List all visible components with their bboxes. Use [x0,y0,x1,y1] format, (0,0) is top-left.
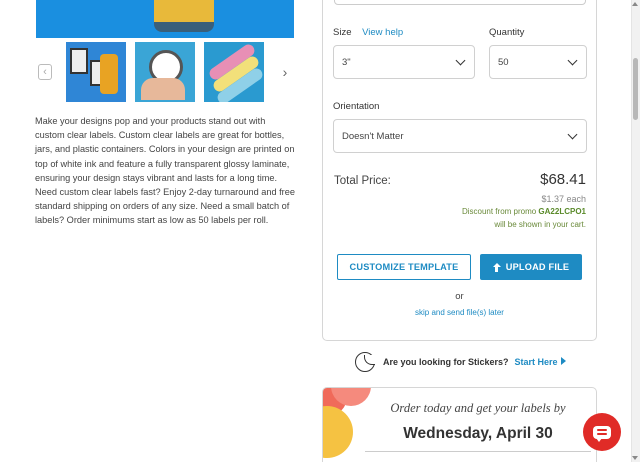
stickers-prompt: Are you looking for Stickers? Start Here [355,352,566,372]
hand-shape [141,78,185,100]
chevron-down-icon [455,55,466,66]
customize-template-button[interactable]: CUSTOMIZE TEMPLATE [337,254,471,280]
thumbnail-hand-label[interactable] [135,42,195,102]
orientation-select-value: Doesn't Matter [342,130,404,142]
orientation-select[interactable]: Doesn't Matter [333,119,587,153]
total-price-label: Total Price: [334,175,391,187]
product-hero-image [36,0,294,38]
caret-right-icon [560,357,566,365]
quantity-select-value: 50 [498,56,509,68]
chat-line [597,432,607,435]
total-price-value: $68.41 [540,171,586,188]
thumbnail-carousel: ‹ › [36,42,294,104]
delivery-estimate-card: Order today and get your labels by Wedne… [322,387,597,462]
chat-line [597,428,607,431]
chevron-right-icon[interactable]: › [278,64,292,80]
size-select-value: 3" [342,56,351,68]
chat-icon [593,425,611,442]
order-prompt: Order today and get your labels by [390,401,566,415]
promo-prefix: Discount from promo [461,207,539,216]
thumbnail-bottles[interactable] [66,42,126,102]
size-label: Size [333,27,352,38]
previous-field[interactable] [334,0,586,5]
upload-file-label: UPLOAD FILE [505,262,570,272]
start-here-link[interactable]: Start Here [515,357,566,367]
product-options-card: Size View help 3" Quantity 50 Orientatio… [322,0,597,341]
orientation-label: Orientation [333,101,380,112]
chevron-left-icon[interactable]: ‹ [38,64,52,80]
label-shape [70,48,88,74]
unit-price-value: $1.37 each [541,194,586,204]
or-divider: or [455,291,464,302]
decor-blob [323,406,353,458]
chevron-down-icon [567,55,578,66]
bottle-shape [100,54,118,94]
promo-code: GA22LCPO1 [538,207,586,216]
promo-suffix: will be shown in your cart. [494,220,586,229]
quantity-label: Quantity [489,27,525,38]
scroll-thumb[interactable] [633,58,638,120]
divider [365,451,591,452]
jar-band-shape [154,22,214,32]
scroll-up-icon[interactable] [632,2,638,6]
chevron-down-icon [567,129,578,140]
scroll-down-icon[interactable] [632,456,638,460]
view-help-link[interactable]: View help [362,27,403,38]
page-scrollbar[interactable] [631,0,640,462]
sticker-icon [355,352,375,372]
delivery-date: Wednesday, April 30 [403,425,553,442]
promo-note: Discount from promo GA22LCPO1 will be sh… [462,205,586,231]
thumbnail-label-rolls[interactable] [204,42,264,102]
quantity-select[interactable]: 50 [489,45,587,79]
upload-icon [492,262,501,272]
skip-upload-link[interactable]: skip and send file(s) later [323,308,596,317]
product-description: Make your designs pop and your products … [35,116,295,226]
size-select[interactable]: 3" [333,45,475,79]
upload-file-button[interactable]: UPLOAD FILE [480,254,582,280]
customize-template-label: CUSTOMIZE TEMPLATE [349,262,459,272]
size-label-row: Size View help [333,27,403,38]
chat-button[interactable] [583,413,621,451]
start-here-label: Start Here [514,357,558,367]
stickers-question: Are you looking for Stickers? [383,357,509,367]
